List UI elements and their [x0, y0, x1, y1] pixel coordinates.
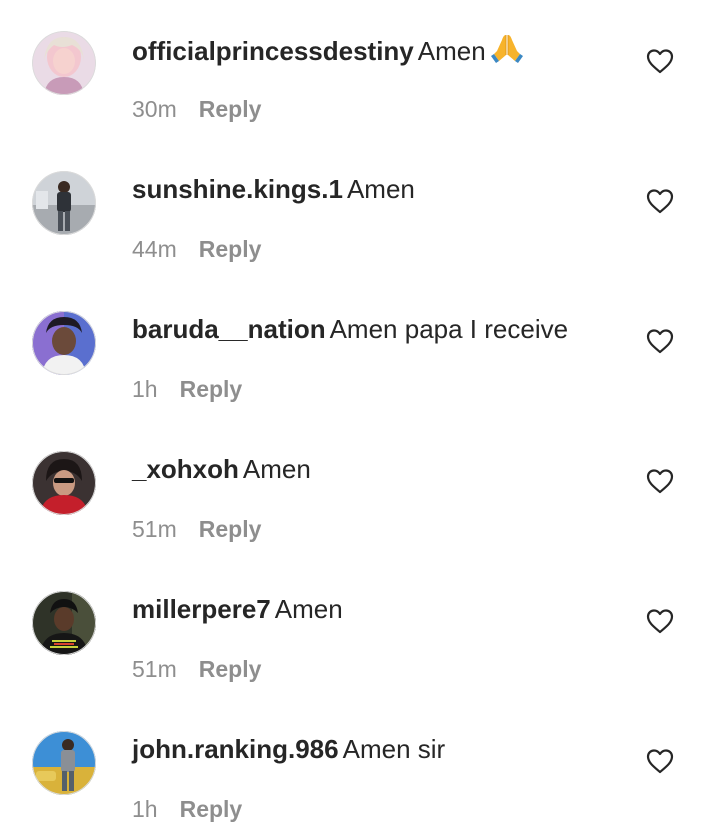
comment-text: Amen papa I receive	[329, 314, 569, 344]
reply-button[interactable]: Reply	[180, 376, 243, 402]
comment-meta: 30m Reply	[132, 92, 261, 126]
heart-outline-icon[interactable]	[646, 608, 674, 634]
comment-username[interactable]: john.ranking.986	[132, 734, 339, 764]
comment-username[interactable]: officialprincessdestiny	[132, 36, 414, 66]
comment-line: john.ranking.986 Amen sir	[132, 732, 445, 766]
heart-outline-icon[interactable]	[646, 48, 674, 74]
comment-username[interactable]: millerpere7	[132, 594, 271, 624]
comment-item: john.ranking.986 Amen sir 1h Reply	[0, 700, 720, 840]
comment-item: baruda__nation Amen papa I receive 1h Repl…	[0, 280, 720, 420]
comment-item: officialprincessdestiny Amen 30m Reply	[0, 0, 720, 140]
comments-list: officialprincessdestiny Amen 30m Reply sun…	[0, 0, 720, 838]
heart-outline-icon[interactable]	[646, 188, 674, 214]
comment-meta: 44m Reply	[132, 232, 261, 266]
comment-text: Amen	[274, 594, 343, 624]
heart-outline-icon[interactable]	[646, 468, 674, 494]
heart-outline-icon[interactable]	[646, 328, 674, 354]
comment-text: Amen sir	[342, 734, 446, 764]
heart-outline-icon[interactable]	[646, 748, 674, 774]
comment-time: 51m	[132, 656, 177, 682]
reply-button[interactable]: Reply	[199, 236, 262, 262]
avatar-image	[32, 311, 96, 375]
comment-time: 44m	[132, 236, 177, 262]
comment-meta: 51m Reply	[132, 652, 261, 686]
comment-username[interactable]: baruda__nation	[132, 314, 326, 344]
comment-item: sunshine.kings.1 Amen 44m Reply	[0, 140, 720, 280]
folded-hands-icon	[490, 32, 524, 72]
comment-line: _xohxoh Amen	[132, 452, 311, 486]
avatar-image	[32, 591, 96, 655]
avatar[interactable]	[32, 31, 96, 95]
comment-username[interactable]: _xohxoh	[132, 454, 239, 484]
comment-text: Amen	[346, 174, 415, 204]
comment-time: 1h	[132, 796, 158, 822]
reply-button[interactable]: Reply	[180, 796, 243, 822]
comment-text: Amen	[242, 454, 311, 484]
comment-line: sunshine.kings.1 Amen	[132, 172, 415, 206]
comment-time: 1h	[132, 376, 158, 402]
avatar[interactable]	[32, 451, 96, 515]
avatar-image	[32, 451, 96, 515]
avatar-image	[32, 171, 96, 235]
comment-item: millerpere7 Amen 51m Reply	[0, 560, 720, 700]
comment-line: baruda__nation Amen papa I receive	[132, 312, 568, 346]
comment-line: millerpere7 Amen	[132, 592, 343, 626]
comment-username[interactable]: sunshine.kings.1	[132, 174, 343, 204]
reply-button[interactable]: Reply	[199, 96, 262, 122]
comment-line: officialprincessdestiny Amen	[132, 32, 524, 72]
comment-meta: 51m Reply	[132, 512, 261, 546]
comment-meta: 1h Reply	[132, 792, 242, 826]
comment-meta: 1h Reply	[132, 372, 242, 406]
avatar[interactable]	[32, 731, 96, 795]
reply-button[interactable]: Reply	[199, 656, 262, 682]
avatar-image	[32, 731, 96, 795]
comment-time: 51m	[132, 516, 177, 542]
comment-time: 30m	[132, 96, 177, 122]
comment-text: Amen	[417, 36, 486, 66]
avatar[interactable]	[32, 311, 96, 375]
reply-button[interactable]: Reply	[199, 516, 262, 542]
avatar[interactable]	[32, 591, 96, 655]
comment-item: _xohxoh Amen 51m Reply	[0, 420, 720, 560]
avatar[interactable]	[32, 171, 96, 235]
avatar-image	[32, 31, 96, 95]
